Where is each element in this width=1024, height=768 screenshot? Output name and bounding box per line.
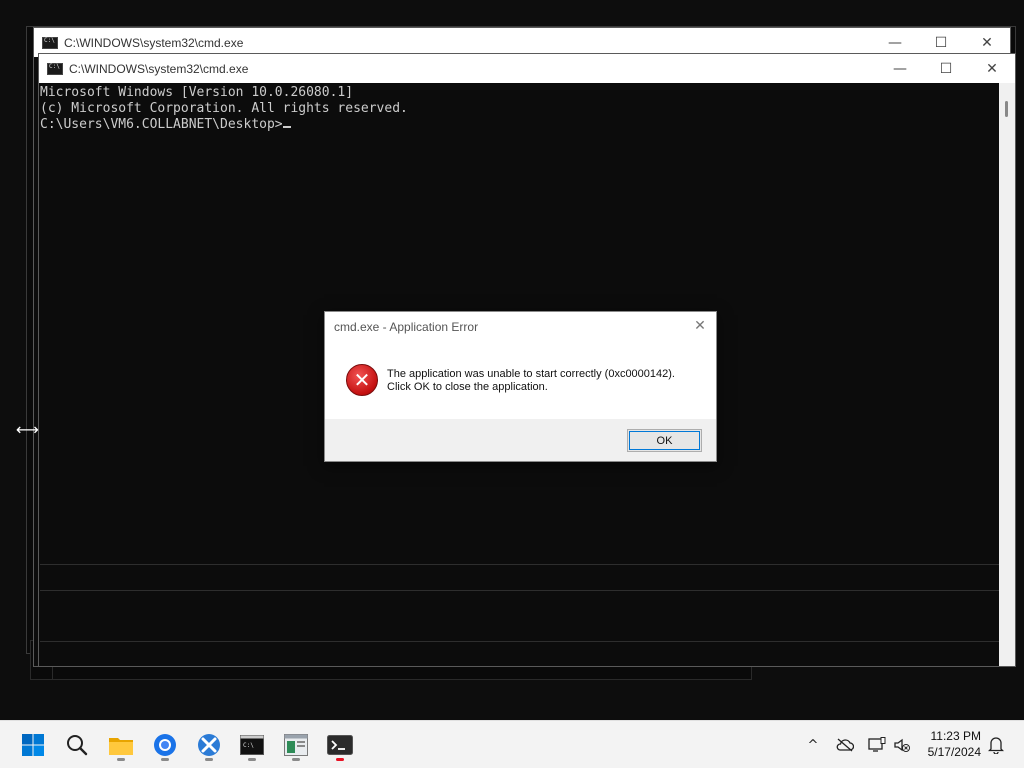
clock[interactable]: 11:23 PM 5/17/2024 (928, 728, 981, 760)
cmd-icon (47, 62, 63, 75)
app-icon (198, 734, 220, 756)
browser-icon (154, 734, 176, 756)
minimize-button[interactable]: — (877, 54, 923, 83)
divider (40, 564, 999, 565)
start-icon (22, 734, 44, 756)
cmd-icon: C:\ (240, 735, 264, 755)
scrollbar-thumb[interactable] (1005, 101, 1008, 117)
error-message-line: The application was unable to start corr… (387, 368, 675, 380)
error-message-line: Click OK to close the application. (387, 381, 548, 393)
search-icon (67, 735, 88, 756)
console-prompt-line: C:\Users\VM6.COLLABNET\Desktop> (40, 117, 999, 133)
speaker-icon (894, 738, 910, 752)
error-icon: ✕ (346, 364, 378, 396)
maximize-button[interactable]: ☐ (923, 54, 969, 83)
file-explorer-icon (109, 738, 133, 755)
notepad-icon (284, 734, 308, 756)
dialog-title: cmd.exe - Application Error (334, 320, 479, 334)
desktop: C:\WINDOWS\system32\cmd.exe — ☐ ✕ C:\WIN… (0, 0, 1024, 720)
resize-cursor-icon: ⟷ (16, 420, 39, 439)
running-indicator (161, 758, 169, 761)
bell-icon (988, 737, 1004, 754)
app-button[interactable] (193, 729, 225, 761)
titlebar[interactable]: C:\WINDOWS\system32\cmd.exe — ☐ ✕ (39, 54, 1015, 83)
browser-button[interactable] (149, 729, 181, 761)
close-button[interactable]: ✕ (969, 54, 1015, 83)
terminal-button[interactable] (324, 729, 356, 761)
show-hidden-icons-chevron[interactable]: ^ (803, 735, 823, 755)
onedrive-offline-icon[interactable] (835, 735, 855, 755)
volume-muted-icon[interactable] (892, 735, 912, 755)
console-prompt: C:\Users\VM6.COLLABNET\Desktop> (40, 117, 283, 132)
dialog-close-button[interactable]: ✕ (692, 318, 708, 334)
network-icon[interactable] (867, 735, 887, 755)
console-line: (c) Microsoft Corporation. All rights re… (40, 101, 408, 116)
divider (40, 590, 999, 591)
cmd-icon (42, 36, 58, 49)
error-message: The application was unable to start corr… (387, 368, 675, 394)
start-button[interactable] (17, 729, 49, 761)
console-line: Microsoft Windows [Version 10.0.26080.1] (40, 85, 354, 100)
application-error-dialog[interactable]: cmd.exe - Application Error ✕ ✕ The appl… (324, 311, 717, 462)
running-indicator (117, 758, 125, 761)
running-indicator (292, 758, 300, 761)
dialog-titlebar[interactable]: cmd.exe - Application Error ✕ (325, 312, 716, 342)
svg-text:C:\: C:\ (243, 742, 254, 749)
window-title: C:\WINDOWS\system32\cmd.exe (69, 61, 249, 76)
cloud-icon (836, 738, 854, 752)
taskbar: C:\ ^ 11:23 PM 5/17/2024 (0, 720, 1024, 768)
running-indicator (336, 758, 344, 761)
divider (40, 641, 999, 642)
window-title: C:\WINDOWS\system32\cmd.exe (64, 35, 244, 50)
vertical-scrollbar[interactable] (999, 83, 1015, 666)
terminal-icon (327, 735, 353, 755)
running-indicator (205, 758, 213, 761)
notepad-button[interactable] (280, 729, 312, 761)
file-explorer-button[interactable] (105, 729, 137, 761)
ok-button[interactable]: OK (627, 429, 702, 452)
notifications-button[interactable] (986, 735, 1006, 755)
search-button[interactable] (61, 729, 93, 761)
cmd-taskbar-button[interactable]: C:\ (236, 729, 268, 761)
clock-date: 5/17/2024 (927, 745, 981, 759)
dialog-body: ✕ The application was unable to start co… (325, 342, 716, 419)
dialog-footer: OK (325, 419, 716, 461)
running-indicator (248, 758, 256, 761)
text-cursor (282, 126, 291, 128)
monitor-icon (868, 737, 886, 752)
clock-time: 11:23 PM (930, 729, 981, 743)
